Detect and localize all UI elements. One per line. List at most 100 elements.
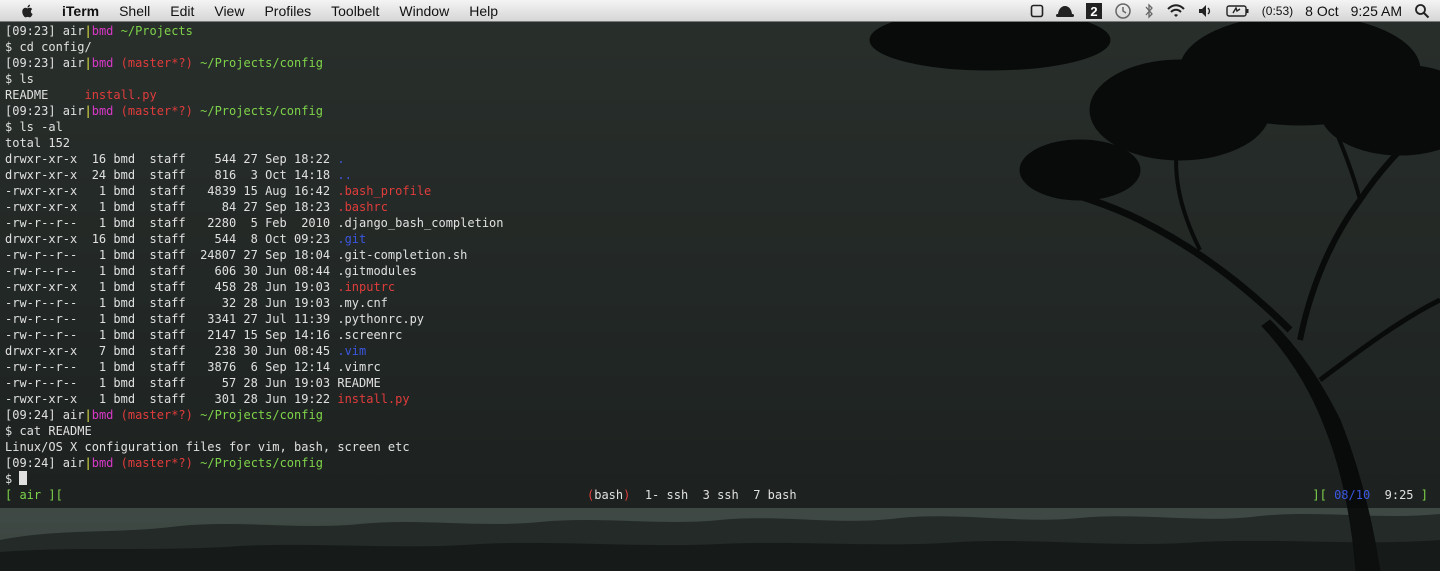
terminal-line: -rwxr-xr-x 1 bmd staff 4839 15 Aug 16:42… xyxy=(5,183,504,199)
terminal-text: drwxr-xr-x 16 bmd staff 544 27 Sep 18:22 xyxy=(5,152,338,166)
search-icon[interactable] xyxy=(1414,3,1430,19)
terminal-line: drwxr-xr-x 16 bmd staff 544 27 Sep 18:22… xyxy=(5,151,504,167)
terminal-text: -rw-r--r-- 1 bmd staff 32 28 Jun 19:03 .… xyxy=(5,296,388,310)
terminal-text: $ ls -al xyxy=(5,120,63,134)
terminal-line: -rw-r--r-- 1 bmd staff 2280 5 Feb 2010 .… xyxy=(5,215,504,231)
menu-clock[interactable]: 9:25 AM xyxy=(1351,3,1402,19)
terminal-line: -rw-r--r-- 1 bmd staff 32 28 Jun 19:03 .… xyxy=(5,295,504,311)
terminal-line: $ xyxy=(5,471,504,487)
terminal-text: [09:24] air xyxy=(5,408,85,422)
menu-view[interactable]: View xyxy=(204,0,254,22)
terminal-text: total 152 xyxy=(5,136,71,150)
terminal-window[interactable]: [09:23] air|bmd ~/Projects $ cd config/[0… xyxy=(0,22,1440,508)
terminal-text: .. xyxy=(337,168,352,182)
menu-bar-status: 2 (0:53) 8 Oct 9:25 AM xyxy=(1030,0,1440,22)
battery-icon[interactable] xyxy=(1226,3,1250,19)
terminal-line: [09:23] air|bmd ~/Projects xyxy=(5,23,504,39)
terminal-line: total 152 xyxy=(5,135,504,151)
menu-toolbelt[interactable]: Toolbelt xyxy=(321,0,389,22)
terminal-line: $ ls -al xyxy=(5,119,504,135)
terminal-line: [09:24] air|bmd (master*?) ~/Projects/co… xyxy=(5,455,504,471)
terminal-text: -rw-r--r-- 1 bmd staff 57 28 Jun 19:03 R… xyxy=(5,376,381,390)
terminal-text: (master*?) xyxy=(113,104,193,118)
screen-status-text: bash xyxy=(594,488,624,502)
screen-window-list[interactable]: (bash) 1- ssh 3 ssh 7 bash xyxy=(587,487,797,503)
wifi-icon[interactable] xyxy=(1166,3,1186,19)
terminal-text: .git xyxy=(337,232,367,246)
terminal-text: | xyxy=(84,408,92,422)
terminal-text: bmd xyxy=(91,56,114,70)
terminal-line: drwxr-xr-x 24 bmd staff 816 3 Oct 14:18 … xyxy=(5,167,504,183)
square-icon[interactable] xyxy=(1030,3,1044,19)
terminal-text: README xyxy=(5,88,85,102)
terminal-text: | xyxy=(84,104,92,118)
terminal-text: | xyxy=(84,456,92,470)
menu-help[interactable]: Help xyxy=(459,0,508,22)
menu-app-name[interactable]: iTerm xyxy=(50,0,109,22)
terminal-text: bmd xyxy=(91,456,114,470)
terminal-text: .vim xyxy=(337,344,367,358)
terminal-line: -rw-r--r-- 1 bmd staff 24807 27 Sep 18:0… xyxy=(5,247,504,263)
terminal-line: -rw-r--r-- 1 bmd staff 2147 15 Sep 14:16… xyxy=(5,327,504,343)
menu-window[interactable]: Window xyxy=(389,0,459,22)
terminal-line: [09:24] air|bmd (master*?) ~/Projects/co… xyxy=(5,407,504,423)
terminal-text: -rw-r--r-- 1 bmd staff 3876 6 Sep 12:14 … xyxy=(5,360,381,374)
volume-icon[interactable] xyxy=(1198,3,1214,19)
terminal-text: install.py xyxy=(84,88,157,102)
spaces-2-icon[interactable]: 2 xyxy=(1085,2,1102,19)
menu-edit[interactable]: Edit xyxy=(160,0,204,22)
terminal-line: drwxr-xr-x 7 bmd staff 238 30 Jun 08:45 … xyxy=(5,343,504,359)
terminal-text: bmd xyxy=(91,408,114,422)
terminal-line: -rw-r--r-- 1 bmd staff 3876 6 Sep 12:14 … xyxy=(5,359,504,375)
screen-status-text: ][ xyxy=(1312,488,1335,502)
menu-shell[interactable]: Shell xyxy=(109,0,160,22)
terminal-text: .inputrc xyxy=(337,280,396,294)
terminal-text: $ cd config/ xyxy=(5,40,92,54)
terminal-text: .bash_profile xyxy=(337,184,432,198)
terminal-line: $ cd config/ xyxy=(5,39,504,55)
terminal-text: | xyxy=(84,56,92,70)
terminal-text: drwxr-xr-x 24 bmd staff 816 3 Oct 14:18 xyxy=(5,168,338,182)
apple-icon[interactable] xyxy=(18,3,38,19)
battery-time[interactable]: (0:53) xyxy=(1262,4,1293,18)
terminal-text: -rw-r--r-- 1 bmd staff 24807 27 Sep 18:0… xyxy=(5,248,468,262)
terminal-text: -rwxr-xr-x 1 bmd staff 84 27 Sep 18:23 xyxy=(5,200,338,214)
terminal-text: (master*?) xyxy=(113,456,193,470)
terminal-text: $ cat README xyxy=(5,424,92,438)
terminal-text: [09:24] air xyxy=(5,456,85,470)
terminal-line: -rwxr-xr-x 1 bmd staff 84 27 Sep 18:23 .… xyxy=(5,199,504,215)
screen-load-clock: ][ 08/10 9:25 ] xyxy=(1312,487,1428,503)
terminal-line: -rw-r--r-- 1 bmd staff 57 28 Jun 19:03 R… xyxy=(5,375,504,391)
bluetooth-icon[interactable] xyxy=(1144,2,1154,19)
terminal-line: -rwxr-xr-x 1 bmd staff 458 28 Jun 19:03 … xyxy=(5,279,504,295)
terminal-line: -rw-r--r-- 1 bmd staff 606 30 Jun 08:44 … xyxy=(5,263,504,279)
terminal-line: Linux/OS X configuration files for vim, … xyxy=(5,439,504,455)
terminal-text: bmd xyxy=(91,24,114,38)
hat-icon[interactable] xyxy=(1055,3,1074,19)
terminal-line: $ cat README xyxy=(5,423,504,439)
terminal-text: -rw-r--r-- 1 bmd staff 3341 27 Jul 11:39… xyxy=(5,312,425,326)
terminal-text: [09:23] air xyxy=(5,104,85,118)
screen-status-text: ] xyxy=(1420,488,1428,502)
terminal-text: -rwxr-xr-x 1 bmd staff 458 28 Jun 19:03 xyxy=(5,280,338,294)
terminal-text: (master*?) xyxy=(113,56,193,70)
screen-status-text: 1- ssh 3 ssh 7 bash xyxy=(630,488,797,502)
terminal-text: drwxr-xr-x 7 bmd staff 238 30 Jun 08:45 xyxy=(5,344,338,358)
terminal-text: drwxr-xr-x 16 bmd staff 544 8 Oct 09:23 xyxy=(5,232,338,246)
terminal-text: -rw-r--r-- 1 bmd staff 2280 5 Feb 2010 .… xyxy=(5,216,504,230)
time-machine-icon[interactable] xyxy=(1114,2,1132,19)
terminal-line: [09:23] air|bmd (master*?) ~/Projects/co… xyxy=(5,103,504,119)
terminal-text: ~/Projects xyxy=(113,24,193,38)
menu-bar: iTerm Shell Edit View Profiles Toolbelt … xyxy=(0,0,1440,22)
screen-status-text: 9:25 xyxy=(1370,488,1421,502)
terminal-text: ~/Projects/config xyxy=(192,408,323,422)
menu-profiles[interactable]: Profiles xyxy=(254,0,321,22)
terminal-text: [09:23] air xyxy=(5,24,85,38)
screen-status-text: 08/10 xyxy=(1334,488,1371,502)
terminal-text: ~/Projects/config xyxy=(192,456,323,470)
menu-date[interactable]: 8 Oct xyxy=(1305,3,1338,19)
terminal-text: -rwxr-xr-x 1 bmd staff 301 28 Jun 19:22 xyxy=(5,392,338,406)
terminal-text: $ ls xyxy=(5,72,34,86)
terminal-text: ~/Projects/config xyxy=(192,56,323,70)
terminal-output[interactable]: [09:23] air|bmd ~/Projects $ cd config/[0… xyxy=(5,23,504,487)
